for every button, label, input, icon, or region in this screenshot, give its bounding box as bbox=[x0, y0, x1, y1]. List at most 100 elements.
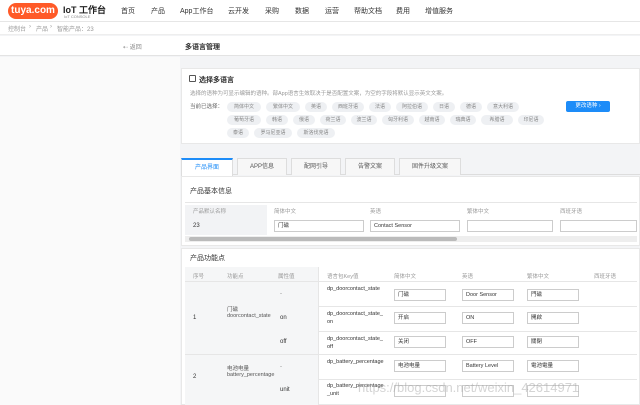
crumb-console[interactable]: 控制台 bbox=[8, 24, 26, 33]
language-select-card: 选择多语言 选择的语种为可显示编辑的语种。部App语言生效取决于是否配置文案，为… bbox=[181, 68, 640, 144]
text-zh-tw-input[interactable]: 關閉 bbox=[527, 336, 579, 348]
language-chip: 泰语 bbox=[227, 128, 249, 138]
language-chip: 简体中文 bbox=[227, 102, 261, 112]
name-zh-cn-input[interactable]: 门磁 bbox=[274, 220, 364, 232]
language-chip: 西班牙语 bbox=[332, 102, 364, 112]
col-header-zh-tw: 繁体中文 bbox=[467, 209, 490, 215]
col-header-attr: 属性值 bbox=[278, 274, 295, 280]
col-header-zh-tw: 繁体中文 bbox=[527, 274, 550, 280]
nav-cloud-dev[interactable]: 云开发 bbox=[228, 6, 249, 16]
language-key: dp_battery_percentage bbox=[327, 359, 384, 365]
text-zh-cn-input[interactable]: 开启 bbox=[394, 312, 446, 324]
text-zh-cn-input[interactable]: 门磁 bbox=[394, 289, 446, 301]
text-en-input[interactable]: Door Sensor bbox=[462, 289, 514, 301]
attr-value: off bbox=[280, 339, 287, 345]
language-chip: 阿拉伯语 bbox=[396, 102, 428, 112]
col-header-es: 西班牙语 bbox=[594, 274, 617, 280]
sub-header: ⇠ 返回 多语言管理 bbox=[0, 36, 640, 56]
language-chip: 葡萄牙语 bbox=[227, 115, 261, 125]
horizontal-scrollbar[interactable] bbox=[185, 236, 637, 242]
language-chip: 匈牙利语 bbox=[382, 115, 414, 125]
nav-product[interactable]: 产品 bbox=[151, 6, 165, 16]
language-chip: 波兰语 bbox=[351, 115, 377, 125]
language-card-desc: 选择的语种为可显示编辑的语种。部App语言生效取决于是否配置文案，为空的字段将默… bbox=[190, 91, 448, 97]
nav-help-docs[interactable]: 帮助文档 bbox=[354, 6, 382, 16]
attr-value: - bbox=[280, 364, 282, 370]
tab-pairing-guide[interactable]: 配网引导 bbox=[291, 158, 341, 175]
text-zh-tw-input[interactable]: 電池電量 bbox=[527, 360, 579, 372]
attr-value: on bbox=[280, 315, 287, 321]
col-header-en: 英语 bbox=[462, 274, 474, 280]
attr-value: unit bbox=[280, 387, 290, 393]
attr-value: - bbox=[280, 291, 282, 297]
function-points-title: 产品功能点 bbox=[190, 255, 225, 262]
nav-value-added[interactable]: 增值服务 bbox=[425, 6, 453, 16]
nav-purchase[interactable]: 采购 bbox=[265, 6, 279, 16]
tab-firmware-text[interactable]: 固件升级文案 bbox=[399, 158, 461, 175]
crumb-sep: › bbox=[50, 24, 52, 30]
language-chip: 俄语 bbox=[293, 115, 315, 125]
nav-app-console[interactable]: App工作台 bbox=[180, 6, 213, 16]
basic-info-title: 产品基本信息 bbox=[190, 188, 232, 195]
language-card-title: 选择多语言 bbox=[199, 77, 234, 84]
fixed-columns bbox=[185, 267, 318, 405]
text-zh-cn-input[interactable]: 关闭 bbox=[394, 336, 446, 348]
crumb-product[interactable]: 产品 bbox=[36, 24, 48, 33]
col-header-zh-cn: 简体中文 bbox=[394, 274, 417, 280]
crumb-current: 智能产品：23 bbox=[57, 27, 94, 33]
crumb-sep: › bbox=[29, 24, 31, 30]
text-en-input[interactable]: Battery Level bbox=[462, 360, 514, 372]
function-name: 电池电量 battery_percentage bbox=[227, 366, 275, 378]
language-key: dp_doorcontact_state bbox=[327, 286, 380, 292]
language-chip: 繁体中文 bbox=[266, 102, 300, 112]
col-header-en: 英语 bbox=[370, 209, 382, 215]
switch-language-button[interactable]: 更改语种 › bbox=[566, 101, 610, 112]
text-zh-tw-input[interactable]: 門磁 bbox=[527, 289, 579, 301]
nav-data[interactable]: 数据 bbox=[295, 6, 309, 16]
nav-billing[interactable]: 费用 bbox=[396, 6, 410, 16]
text-en-input[interactable]: ON bbox=[462, 312, 514, 324]
default-name-value: 23 bbox=[193, 223, 200, 229]
function-name: 门磁 doorcontact_state bbox=[227, 307, 271, 319]
language-chip: 韩语 bbox=[266, 115, 288, 125]
tab-alarm-text[interactable]: 告警文案 bbox=[345, 158, 395, 175]
nav-operation[interactable]: 运营 bbox=[325, 6, 339, 16]
language-chip: 法语 bbox=[369, 102, 391, 112]
language-chip: 瑞典语 bbox=[450, 115, 476, 125]
col-header-key: 语言包Key值 bbox=[327, 274, 359, 280]
language-chip: 英语 bbox=[305, 102, 327, 112]
col-header-es: 西班牙语 bbox=[560, 209, 583, 215]
tab-app-info[interactable]: APP信息 bbox=[237, 158, 287, 175]
name-zh-tw-input[interactable] bbox=[467, 220, 553, 232]
language-chip: 越南语 bbox=[419, 115, 445, 125]
basic-info-panel: 产品基本信息 产品默认名称 简体中文 英语 繁体中文 西班牙语 23 门磁 Co… bbox=[181, 176, 640, 246]
watermark: https://blog.csdn.net/weixin_42614971 bbox=[358, 380, 580, 395]
language-chip: 日语 bbox=[433, 102, 455, 112]
language-chip: 斯洛伐克语 bbox=[297, 128, 335, 138]
name-es-input[interactable] bbox=[560, 220, 637, 232]
page-title: 多语言管理 bbox=[185, 44, 220, 51]
text-zh-tw-input[interactable]: 開啟 bbox=[527, 312, 579, 324]
scrollbar-thumb[interactable] bbox=[189, 237, 457, 241]
tab-bar: 产品界面 APP信息 配网引导 告警文案 固件升级文案 bbox=[181, 155, 640, 176]
function-index: 2 bbox=[193, 374, 197, 380]
language-icon bbox=[189, 75, 196, 82]
language-chip: 意大利语 bbox=[487, 102, 519, 112]
col-header-function: 功能点 bbox=[227, 274, 244, 280]
language-key: dp_doorcontact_state_on bbox=[327, 311, 383, 325]
language-chip: 荷兰语 bbox=[320, 115, 346, 125]
tab-product-ui[interactable]: 产品界面 bbox=[181, 158, 233, 176]
language-chip: 印尼语 bbox=[518, 115, 544, 125]
col-header-index: 序号 bbox=[193, 274, 205, 280]
brand-subtitle: IoT CONSOLE bbox=[64, 14, 91, 19]
nav-home[interactable]: 首页 bbox=[121, 6, 135, 16]
language-chip: 希腊语 bbox=[481, 115, 513, 125]
text-en-input[interactable]: OFF bbox=[462, 336, 514, 348]
breadcrumb: 控制台 › 产品 › 智能产品：23 bbox=[0, 22, 640, 35]
name-en-input[interactable]: Contact Sensor bbox=[370, 220, 460, 232]
back-button[interactable]: ⇠ 返回 bbox=[123, 42, 142, 51]
text-zh-cn-input[interactable]: 电池电量 bbox=[394, 360, 446, 372]
top-nav: tuya.com IoT 工作台 IoT CONSOLE 首页 产品 App工作… bbox=[0, 0, 640, 22]
tuya-logo[interactable]: tuya.com bbox=[8, 3, 58, 19]
col-header-zh-cn: 简体中文 bbox=[274, 209, 297, 215]
